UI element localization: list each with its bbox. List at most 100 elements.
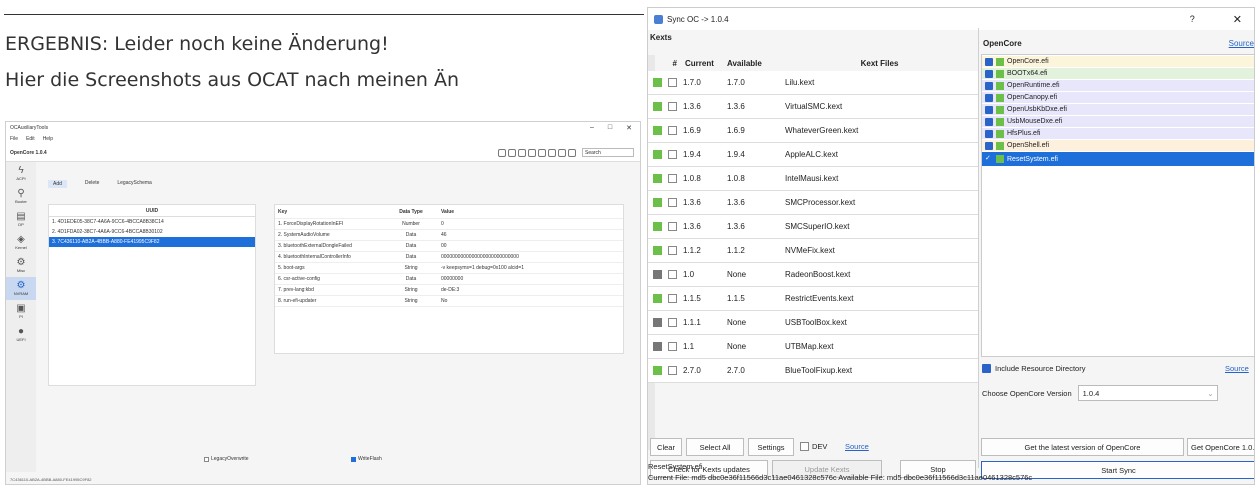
source-link[interactable]: Source [845,442,869,451]
close-icon[interactable]: ✕ [1233,13,1242,26]
sidebar-item-misc[interactable]: ⚙ Misc [6,254,36,277]
legacy-overwrite-checkbox[interactable]: LegacyOverwrite [204,456,249,462]
kext-checkbox[interactable] [668,150,677,159]
efi-checkbox[interactable] [985,129,993,138]
efi-row-selected[interactable]: ✓ ResetSystem.efi [982,152,1254,166]
kext-checkbox[interactable] [668,174,677,183]
efi-row[interactable]: HfsPlus.efi [982,128,1254,139]
efi-row[interactable]: OpenShell.efi [982,140,1254,151]
efi-row[interactable]: OpenCore.efi [982,56,1254,67]
efi-checkbox[interactable] [985,105,993,114]
sidebar-item-booter[interactable]: ⚲ Booter [6,185,36,208]
splitter[interactable] [978,28,979,468]
menu-edit[interactable]: Edit [26,136,35,142]
table-row[interactable]: 6. csr-active-config Data 00000000 [275,274,623,285]
table-row[interactable]: 1. 4D1EDE05-38C7-4A6A-9CC6-4BCCA8B38C14 [49,217,255,227]
efi-checkbox[interactable] [985,81,993,90]
tab-legacyschema[interactable]: LegacySchema [117,180,151,188]
kext-checkbox[interactable] [668,294,677,303]
table-row[interactable]: 2. 4D1FDA02-38C7-4A6A-9CC6-4BCCA8B30102 [49,227,255,237]
sidebar-item-nvram[interactable]: ⚙ NVRAM [6,277,36,300]
kext-row[interactable]: 2.7.0 2.7.0 BlueToolFixup.kext [648,359,978,383]
efi-checkbox[interactable] [985,117,993,126]
kext-checkbox[interactable] [668,246,677,255]
kext-row[interactable]: 1.7.0 1.7.0 Lilu.kext [648,71,978,95]
maximize-icon[interactable]: □ [608,124,612,132]
toolbar-icon[interactable] [498,148,506,157]
resource-source-link[interactable]: Source [1225,364,1249,373]
minimize-icon[interactable]: – [590,124,594,132]
get-latest-opencore-button[interactable]: Get the latest version of OpenCore [981,438,1184,456]
table-row[interactable]: 8. run-efi-updater String No [275,296,623,307]
sidebar-item-acpi[interactable]: ϟ ACPI [6,162,36,185]
sidebar-item-dp[interactable]: ▤ DP [6,208,36,231]
efi-row[interactable]: OpenCanopy.efi [982,92,1254,103]
sidebar-item-kernel[interactable]: ◈ Kernel [6,231,36,254]
kext-checkbox[interactable] [668,102,677,111]
table-row[interactable]: 1. ForceDisplayRotationInEFI Number 0 [275,219,623,230]
kext-checkbox[interactable] [668,270,677,279]
toolbar-icon[interactable] [558,148,566,157]
write-flash-checkbox[interactable]: WriteFlash [351,456,382,462]
clear-button[interactable]: Clear [650,438,682,456]
kext-available: 1.1.5 [727,294,745,303]
table-row-selected[interactable]: 3. 7C436110-AB2A-4BBB-A880-FE41995C9F82 [49,237,255,247]
efi-row[interactable]: BOOTx64.efi [982,68,1254,79]
close-icon[interactable]: ✕ [626,124,632,132]
toolbar-icon[interactable] [548,148,556,157]
kext-checkbox[interactable] [668,198,677,207]
kext-row[interactable]: 1.1.5 1.1.5 RestrictEvents.kext [648,287,978,311]
efi-row[interactable]: UsbMouseDxe.efi [982,116,1254,127]
tab-add[interactable]: Add [48,180,67,188]
kext-checkbox[interactable] [668,222,677,231]
efi-checkbox[interactable] [985,141,993,150]
kext-checkbox[interactable] [668,366,677,375]
settings-button[interactable]: Settings [748,438,794,456]
sidebar-item-uefi[interactable]: ● UEFI [6,323,36,346]
get-opencore-button[interactable]: Get OpenCore 1.0.4 [1187,438,1254,456]
table-row[interactable]: 2. SystemAudioVolume Data 46 [275,230,623,241]
menu-help[interactable]: Help [43,136,53,142]
kext-row[interactable]: 1.3.6 1.3.6 SMCProcessor.kext [648,191,978,215]
select-all-button[interactable]: Select All [686,438,744,456]
kext-row[interactable]: 1.6.9 1.6.9 WhateverGreen.kext [648,119,978,143]
table-row[interactable]: 4. bluetoothInternalControllerInfo Data 00… [275,252,623,263]
help-icon[interactable]: ? [1190,14,1195,24]
search-input[interactable]: Search [582,148,634,157]
table-row[interactable]: 3. bluetoothExternalDongleFailed Data 00 [275,241,623,252]
toolbar-icon[interactable] [508,148,516,157]
sidebar-item-pi[interactable]: ▣ PI [6,300,36,323]
kext-checkbox[interactable] [668,126,677,135]
table-row[interactable]: 5. boot-args String -v keepsyms=1 debug=0x… [275,263,623,274]
toolbar-icon[interactable] [538,148,546,157]
kext-checkbox[interactable] [668,78,677,87]
efi-checkbox[interactable] [985,93,993,102]
efi-row[interactable]: OpenUsbKbDxe.efi [982,104,1254,115]
kext-checkbox[interactable] [668,318,677,327]
toolbar-icon[interactable] [568,148,576,157]
kext-checkbox[interactable] [668,342,677,351]
kext-row[interactable]: 1.9.4 1.9.4 AppleALC.kext [648,143,978,167]
kext-row[interactable]: 1.3.6 1.3.6 SMCSuperIO.kext [648,215,978,239]
efi-checkbox[interactable] [985,69,993,78]
include-resource-checkbox[interactable]: Include Resource Directory [982,364,1085,373]
kext-row[interactable]: 1.0 None RadeonBoost.kext [648,263,978,287]
kext-row[interactable]: 1.1 None UTBMap.kext [648,335,978,359]
col-value: Value [441,209,455,215]
check-icon[interactable]: ✓ [985,155,993,163]
toolbar-icon[interactable] [528,148,536,157]
menu-file[interactable]: File [10,136,18,142]
table-row[interactable]: 7. prev-lang:kbd String de-DE:3 [275,285,623,296]
opencore-source-link[interactable]: Source [1229,39,1254,48]
kext-row[interactable]: 1.3.6 1.3.6 VirtualSMC.kext [648,95,978,119]
version-select[interactable]: 1.0.4 ⌄ [1077,385,1218,401]
efi-checkbox[interactable] [985,57,993,66]
status-square [653,102,662,111]
kext-row[interactable]: 1.1.1 None USBToolBox.kext [648,311,978,335]
toolbar-icon[interactable] [518,148,526,157]
efi-row[interactable]: OpenRuntime.efi [982,80,1254,91]
kext-row[interactable]: 1.0.8 1.0.8 IntelMausi.kext [648,167,978,191]
tab-delete[interactable]: Delete [85,180,99,188]
kext-row[interactable]: 1.1.2 1.1.2 NVMeFix.kext [648,239,978,263]
dev-checkbox[interactable]: DEV [800,442,827,451]
